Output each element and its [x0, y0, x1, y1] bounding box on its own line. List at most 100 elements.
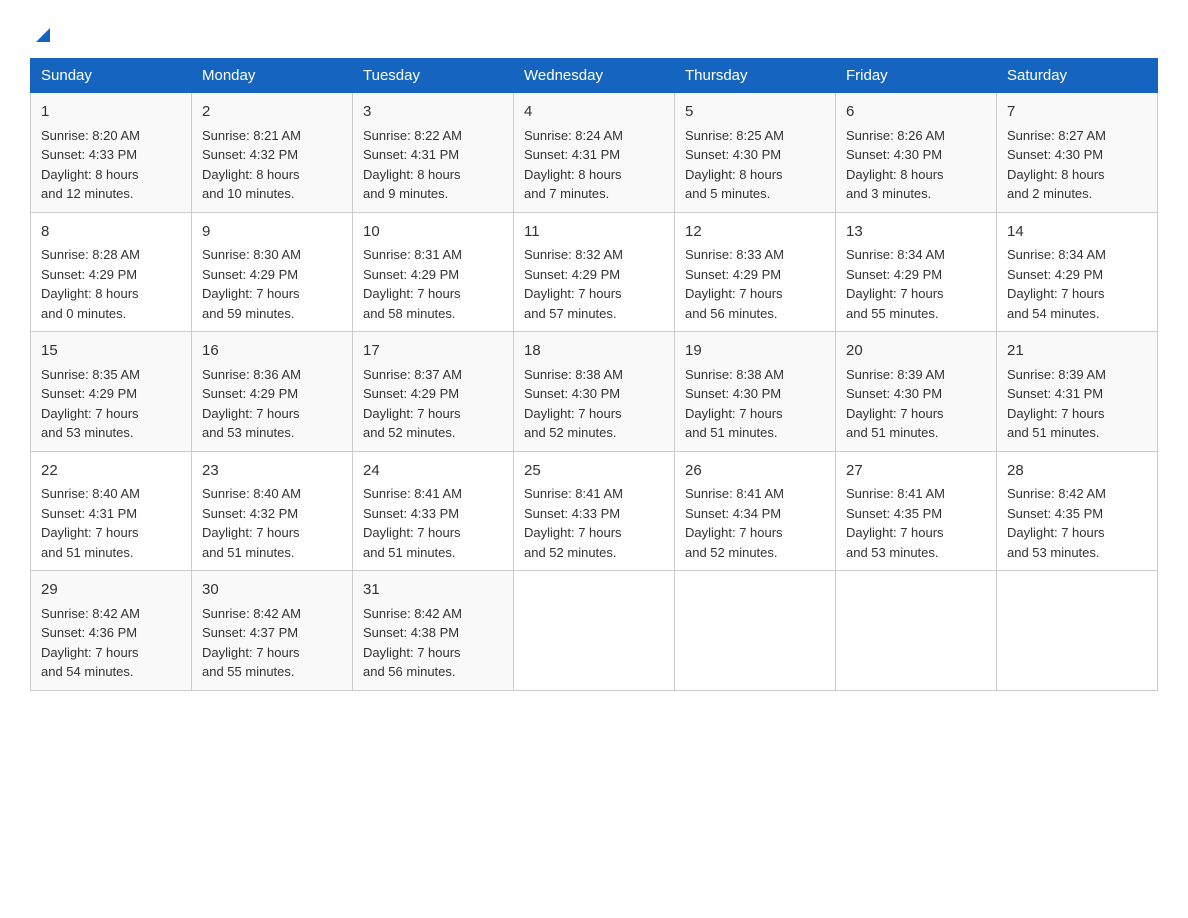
table-row: [836, 571, 997, 691]
table-row: 14 Sunrise: 8:34 AMSunset: 4:29 PMDaylig…: [997, 212, 1158, 332]
day-number: 23: [202, 460, 342, 483]
day-info: Sunrise: 8:36 AMSunset: 4:29 PMDaylight:…: [202, 365, 342, 443]
table-row: 19 Sunrise: 8:38 AMSunset: 4:30 PMDaylig…: [675, 332, 836, 452]
day-number: 18: [524, 340, 664, 363]
day-number: 28: [1007, 460, 1147, 483]
header-thursday: Thursday: [675, 59, 836, 93]
table-row: 17 Sunrise: 8:37 AMSunset: 4:29 PMDaylig…: [353, 332, 514, 452]
day-info: Sunrise: 8:21 AMSunset: 4:32 PMDaylight:…: [202, 126, 342, 204]
day-info: Sunrise: 8:40 AMSunset: 4:32 PMDaylight:…: [202, 484, 342, 562]
day-number: 3: [363, 101, 503, 124]
day-number: 20: [846, 340, 986, 363]
day-info: Sunrise: 8:42 AMSunset: 4:37 PMDaylight:…: [202, 604, 342, 682]
day-info: Sunrise: 8:35 AMSunset: 4:29 PMDaylight:…: [41, 365, 181, 443]
day-info: Sunrise: 8:38 AMSunset: 4:30 PMDaylight:…: [524, 365, 664, 443]
logo-icon: [32, 24, 54, 46]
calendar-week-row: 1 Sunrise: 8:20 AMSunset: 4:33 PMDayligh…: [31, 93, 1158, 213]
table-row: 5 Sunrise: 8:25 AMSunset: 4:30 PMDayligh…: [675, 93, 836, 213]
day-number: 16: [202, 340, 342, 363]
table-row: 2 Sunrise: 8:21 AMSunset: 4:32 PMDayligh…: [192, 93, 353, 213]
table-row: 11 Sunrise: 8:32 AMSunset: 4:29 PMDaylig…: [514, 212, 675, 332]
day-number: 17: [363, 340, 503, 363]
day-info: Sunrise: 8:40 AMSunset: 4:31 PMDaylight:…: [41, 484, 181, 562]
table-row: 7 Sunrise: 8:27 AMSunset: 4:30 PMDayligh…: [997, 93, 1158, 213]
header-sunday: Sunday: [31, 59, 192, 93]
calendar-table: Sunday Monday Tuesday Wednesday Thursday…: [30, 58, 1158, 691]
day-info: Sunrise: 8:41 AMSunset: 4:33 PMDaylight:…: [363, 484, 503, 562]
table-row: [514, 571, 675, 691]
page-header: [30, 20, 1158, 40]
calendar-week-row: 15 Sunrise: 8:35 AMSunset: 4:29 PMDaylig…: [31, 332, 1158, 452]
logo: [30, 28, 54, 40]
table-row: 20 Sunrise: 8:39 AMSunset: 4:30 PMDaylig…: [836, 332, 997, 452]
table-row: 15 Sunrise: 8:35 AMSunset: 4:29 PMDaylig…: [31, 332, 192, 452]
day-number: 13: [846, 221, 986, 244]
day-info: Sunrise: 8:42 AMSunset: 4:38 PMDaylight:…: [363, 604, 503, 682]
day-number: 12: [685, 221, 825, 244]
day-info: Sunrise: 8:22 AMSunset: 4:31 PMDaylight:…: [363, 126, 503, 204]
calendar-week-row: 29 Sunrise: 8:42 AMSunset: 4:36 PMDaylig…: [31, 571, 1158, 691]
day-info: Sunrise: 8:33 AMSunset: 4:29 PMDaylight:…: [685, 245, 825, 323]
table-row: 25 Sunrise: 8:41 AMSunset: 4:33 PMDaylig…: [514, 451, 675, 571]
day-number: 14: [1007, 221, 1147, 244]
table-row: 9 Sunrise: 8:30 AMSunset: 4:29 PMDayligh…: [192, 212, 353, 332]
table-row: 1 Sunrise: 8:20 AMSunset: 4:33 PMDayligh…: [31, 93, 192, 213]
day-info: Sunrise: 8:26 AMSunset: 4:30 PMDaylight:…: [846, 126, 986, 204]
day-info: Sunrise: 8:28 AMSunset: 4:29 PMDaylight:…: [41, 245, 181, 323]
day-number: 2: [202, 101, 342, 124]
table-row: 22 Sunrise: 8:40 AMSunset: 4:31 PMDaylig…: [31, 451, 192, 571]
table-row: 27 Sunrise: 8:41 AMSunset: 4:35 PMDaylig…: [836, 451, 997, 571]
table-row: 13 Sunrise: 8:34 AMSunset: 4:29 PMDaylig…: [836, 212, 997, 332]
header-saturday: Saturday: [997, 59, 1158, 93]
day-info: Sunrise: 8:31 AMSunset: 4:29 PMDaylight:…: [363, 245, 503, 323]
day-number: 15: [41, 340, 181, 363]
header-monday: Monday: [192, 59, 353, 93]
day-number: 30: [202, 579, 342, 602]
day-info: Sunrise: 8:38 AMSunset: 4:30 PMDaylight:…: [685, 365, 825, 443]
table-row: 31 Sunrise: 8:42 AMSunset: 4:38 PMDaylig…: [353, 571, 514, 691]
day-info: Sunrise: 8:34 AMSunset: 4:29 PMDaylight:…: [846, 245, 986, 323]
day-info: Sunrise: 8:20 AMSunset: 4:33 PMDaylight:…: [41, 126, 181, 204]
day-number: 25: [524, 460, 664, 483]
table-row: 16 Sunrise: 8:36 AMSunset: 4:29 PMDaylig…: [192, 332, 353, 452]
day-info: Sunrise: 8:41 AMSunset: 4:34 PMDaylight:…: [685, 484, 825, 562]
header-wednesday: Wednesday: [514, 59, 675, 93]
table-row: 3 Sunrise: 8:22 AMSunset: 4:31 PMDayligh…: [353, 93, 514, 213]
day-info: Sunrise: 8:42 AMSunset: 4:35 PMDaylight:…: [1007, 484, 1147, 562]
day-number: 22: [41, 460, 181, 483]
table-row: 10 Sunrise: 8:31 AMSunset: 4:29 PMDaylig…: [353, 212, 514, 332]
day-info: Sunrise: 8:37 AMSunset: 4:29 PMDaylight:…: [363, 365, 503, 443]
day-number: 4: [524, 101, 664, 124]
day-info: Sunrise: 8:39 AMSunset: 4:31 PMDaylight:…: [1007, 365, 1147, 443]
day-number: 29: [41, 579, 181, 602]
table-row: 6 Sunrise: 8:26 AMSunset: 4:30 PMDayligh…: [836, 93, 997, 213]
calendar-header-row: Sunday Monday Tuesday Wednesday Thursday…: [31, 59, 1158, 93]
table-row: 23 Sunrise: 8:40 AMSunset: 4:32 PMDaylig…: [192, 451, 353, 571]
day-info: Sunrise: 8:24 AMSunset: 4:31 PMDaylight:…: [524, 126, 664, 204]
day-number: 27: [846, 460, 986, 483]
header-friday: Friday: [836, 59, 997, 93]
day-number: 6: [846, 101, 986, 124]
day-info: Sunrise: 8:41 AMSunset: 4:35 PMDaylight:…: [846, 484, 986, 562]
day-number: 9: [202, 221, 342, 244]
day-info: Sunrise: 8:25 AMSunset: 4:30 PMDaylight:…: [685, 126, 825, 204]
table-row: 26 Sunrise: 8:41 AMSunset: 4:34 PMDaylig…: [675, 451, 836, 571]
table-row: [997, 571, 1158, 691]
day-number: 26: [685, 460, 825, 483]
day-info: Sunrise: 8:39 AMSunset: 4:30 PMDaylight:…: [846, 365, 986, 443]
day-number: 24: [363, 460, 503, 483]
table-row: 12 Sunrise: 8:33 AMSunset: 4:29 PMDaylig…: [675, 212, 836, 332]
day-info: Sunrise: 8:27 AMSunset: 4:30 PMDaylight:…: [1007, 126, 1147, 204]
day-number: 31: [363, 579, 503, 602]
table-row: 4 Sunrise: 8:24 AMSunset: 4:31 PMDayligh…: [514, 93, 675, 213]
day-info: Sunrise: 8:30 AMSunset: 4:29 PMDaylight:…: [202, 245, 342, 323]
header-tuesday: Tuesday: [353, 59, 514, 93]
table-row: 8 Sunrise: 8:28 AMSunset: 4:29 PMDayligh…: [31, 212, 192, 332]
day-number: 1: [41, 101, 181, 124]
calendar-week-row: 22 Sunrise: 8:40 AMSunset: 4:31 PMDaylig…: [31, 451, 1158, 571]
table-row: 18 Sunrise: 8:38 AMSunset: 4:30 PMDaylig…: [514, 332, 675, 452]
day-number: 5: [685, 101, 825, 124]
table-row: 24 Sunrise: 8:41 AMSunset: 4:33 PMDaylig…: [353, 451, 514, 571]
day-number: 7: [1007, 101, 1147, 124]
day-number: 10: [363, 221, 503, 244]
